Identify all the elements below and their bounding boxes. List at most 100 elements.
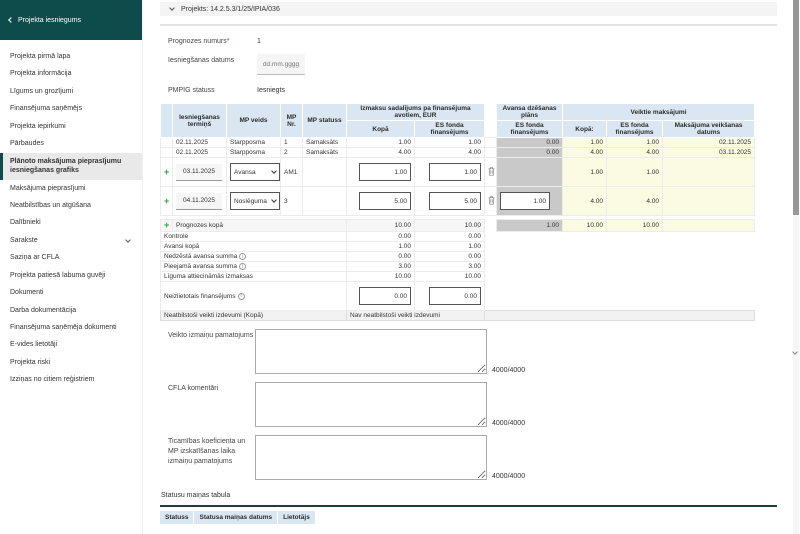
project-title: Projekts: 14.2.5.3/1/25/IPIA/036	[181, 6, 280, 13]
sidebar-item-parbaudes[interactable]: Pārbaudes	[0, 135, 142, 152]
sidebar-item-projekta-riski[interactable]: Projekta riski	[0, 354, 142, 371]
table-cell: 1.00	[415, 138, 485, 148]
kopa-input[interactable]	[359, 163, 411, 181]
summary-label: Nedzēstā avansa summa	[161, 252, 347, 262]
table-cell: 0.00	[347, 232, 415, 242]
table-cell	[347, 282, 415, 311]
avansa-es-input[interactable]	[500, 192, 550, 210]
info-icon[interactable]	[239, 263, 246, 270]
iesniegsanas-datums-row: Iesniegšanas datums	[160, 54, 777, 75]
summary-label: Līguma attiecināmās izmaksas	[161, 272, 347, 282]
header-termins: Iesniegšanas termiņš	[173, 104, 227, 138]
sidebar-item-neatbilstibas-un-atgusana[interactable]: Neatbilstības un atgūšana	[0, 197, 142, 214]
table-cell: Samaksāts	[303, 138, 347, 148]
sidebar-item-label: Sarakste	[10, 236, 38, 245]
table-cell: 4.00	[563, 148, 607, 158]
veikto-izmainu-textarea[interactable]	[255, 329, 487, 374]
kopa-input[interactable]	[359, 192, 411, 210]
ticamibas-koeficienta-label: Ticamības koeficienta un MP izskatīšanas…	[168, 435, 255, 480]
table-cell	[161, 148, 173, 158]
table-cell: 0.00	[347, 252, 415, 262]
table-cell	[485, 158, 497, 187]
summary-row: Kontrole 0.00 0.00	[161, 232, 755, 242]
sidebar-item-label: Līgums un grozījumi	[10, 87, 73, 96]
table-cell	[485, 232, 755, 242]
neizlietotais-es-input[interactable]	[429, 287, 481, 305]
table-cell: 10.00	[415, 220, 485, 232]
app-window: Projekta iesniegums Projekta pirmā lapa …	[0, 0, 800, 534]
prognozes-numurs-row: Prognozes numurs* 1	[160, 35, 777, 45]
table-cell	[161, 220, 173, 232]
delete-row-icon[interactable]	[488, 167, 495, 178]
scrollbar-thumb[interactable]	[793, 0, 799, 215]
table-cell	[663, 158, 755, 187]
delete-row-icon[interactable]	[488, 196, 495, 207]
sidebar-item-projekta-iepirkumi[interactable]: Projekta iepirkumi	[0, 118, 142, 135]
sidebar-item-sazina-ar-cfla[interactable]: Saziņa ar CFLA	[0, 249, 142, 266]
sidebar-item-ligums-un-grozijumi[interactable]: Līgums un grozījumi	[0, 83, 142, 100]
summary-row: Līguma attiecināmās izmaksas 10.00 10.00	[161, 272, 755, 282]
char-counter: 4000/4000	[492, 473, 525, 480]
table-cell: 4.00	[415, 148, 485, 158]
mp-veids-select[interactable]: Avansa	[230, 163, 280, 181]
status-table-title: Statusu maiņas tabula	[160, 492, 777, 499]
sidebar-item-dalibnieki[interactable]: Dalībnieki	[0, 214, 142, 231]
summary-row: Pieejamā avansa summa 3.00 3.00	[161, 262, 755, 272]
info-icon[interactable]	[238, 293, 245, 300]
sidebar-item-label: Projekta informācija	[10, 69, 71, 78]
es-fonda-input[interactable]	[429, 163, 481, 181]
sidebar-item-dokumenti[interactable]: Dokumenti	[0, 284, 142, 301]
table-row-editable: Avansa AM1 1.00 1.00	[161, 158, 755, 187]
scrollbar[interactable]	[793, 0, 799, 534]
add-row-icon[interactable]	[164, 220, 169, 230]
table-cell	[303, 158, 347, 187]
sidebar-item-maksajuma-pieprasijumi[interactable]: Maksājuma pieprasījumi	[0, 180, 142, 197]
divider	[160, 505, 777, 507]
header-mp-nr: MP Nr.	[281, 104, 303, 138]
es-fonda-input[interactable]	[429, 192, 481, 210]
header-avansa-es: ES fonda finansējums	[497, 121, 563, 138]
summary-label: Kontrole	[161, 232, 347, 242]
sidebar-item-planoto-maksajuma-pieprasijumu-grafiks[interactable]: Plānoto maksājuma pieprasījumu iesniegša…	[0, 153, 142, 180]
table-cell	[485, 138, 497, 148]
table-cell	[485, 220, 497, 232]
table-cell: 0.00	[415, 232, 485, 242]
pmpig-statuss-value: Iesniegts	[257, 84, 285, 94]
add-row-icon[interactable]	[164, 167, 169, 177]
mp-veids-select[interactable]: Noslēguma	[230, 192, 280, 210]
termins-date-input[interactable]	[176, 193, 222, 210]
prognozes-numurs-value: 1	[257, 35, 261, 45]
header-mp-veids: MP veids	[227, 104, 281, 138]
table-cell	[347, 187, 415, 216]
ticamibas-koeficienta-row: Ticamības koeficienta un MP izskatīšanas…	[160, 435, 777, 480]
table-cell: 10.00	[607, 220, 663, 232]
table-row-editable: Noslēguma 3 4.00 4.00	[161, 187, 755, 216]
sidebar-item-sarakste[interactable]: Sarakste	[0, 232, 142, 249]
sidebar-item-label: Plānoto maksājuma pieprasījumu iesniegša…	[10, 157, 132, 176]
termins-date-input[interactable]	[176, 164, 222, 181]
sidebar-item-e-vides-lietotaji[interactable]: E-vides lietotāji	[0, 336, 142, 353]
sidebar-item-finansejuma-sanemejs[interactable]: Finansējuma saņēmējs	[0, 100, 142, 117]
sidebar-item-projekta-pirma-lapa[interactable]: Projekta pirmā lapa	[0, 48, 142, 65]
sidebar-item-izzinas-no-citiem-registriem[interactable]: Izziņas no citiem reģistriem	[0, 371, 142, 388]
sidebar-item-projekta-informacija[interactable]: Projekta informācija	[0, 65, 142, 82]
cfla-komentari-textarea[interactable]	[255, 382, 487, 427]
ticamibas-koeficienta-textarea[interactable]	[255, 435, 487, 480]
neizlietotais-kopa-input[interactable]	[359, 287, 411, 305]
sidebar-item-finansejuma-sanemeja-dokumenti[interactable]: Finansējuma saņēmēja dokumenti	[0, 319, 142, 336]
sidebar-item-label: Saziņa ar CFLA	[10, 253, 59, 262]
project-header[interactable]: Projekts: 14.2.5.3/1/25/IPIA/036	[160, 2, 777, 16]
chevron-down-icon[interactable]	[792, 349, 798, 355]
sidebar-item-label: Finansējuma saņēmējs	[10, 104, 82, 113]
table-cell: Starpposma	[227, 138, 281, 148]
header-group-avansa: Avansa dzēšanas plāns	[497, 104, 563, 121]
info-icon[interactable]	[239, 253, 246, 260]
sidebar-back-link[interactable]: Projekta iesniegums	[0, 0, 142, 40]
header-kopa: Kopā	[347, 121, 415, 138]
sidebar-item-darba-dokumentacija[interactable]: Darba dokumentācija	[0, 302, 142, 319]
sidebar-item-label: Projekta riski	[10, 358, 50, 367]
sidebar-item-label: Izziņas no citiem reģistriem	[10, 375, 94, 384]
iesniegsanas-datums-input[interactable]	[257, 54, 305, 75]
sidebar-item-projekta-patiesa-labuma-guveji[interactable]: Projekta patiesā labuma guvēji	[0, 267, 142, 284]
add-row-icon[interactable]	[164, 196, 169, 206]
